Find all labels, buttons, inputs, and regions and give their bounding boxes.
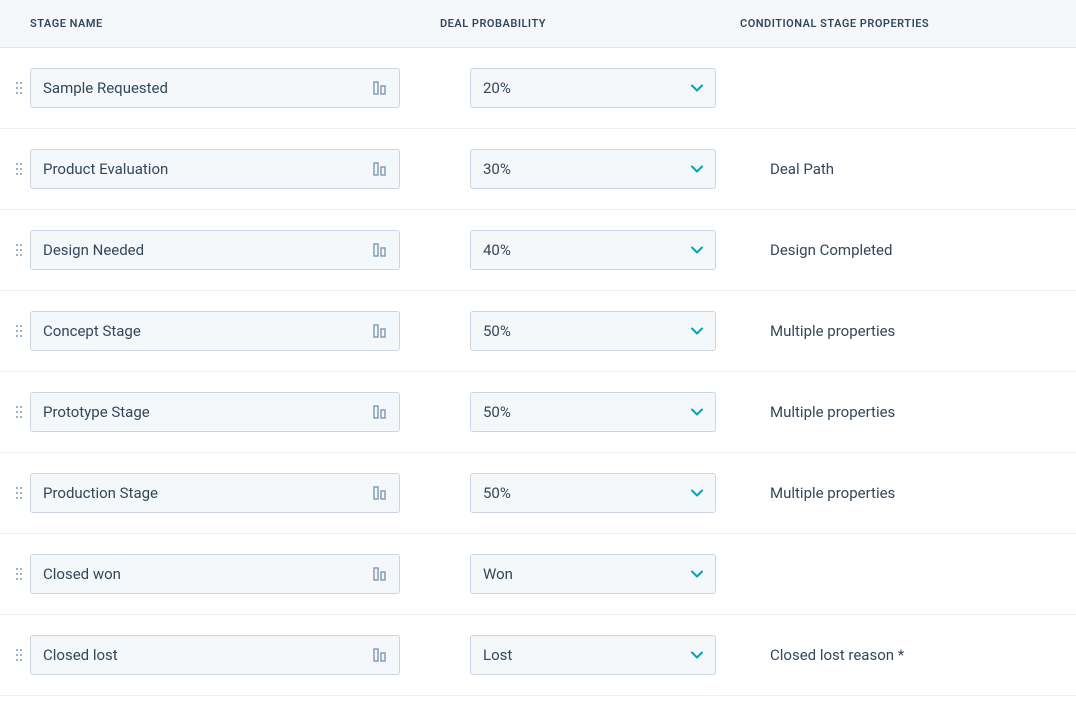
drag-handle[interactable] bbox=[0, 324, 30, 338]
probability-value: 40% bbox=[483, 241, 691, 259]
internal-id-icon[interactable] bbox=[373, 324, 387, 338]
conditional-properties-text: Multiple properties bbox=[770, 484, 895, 502]
drag-dots-icon bbox=[15, 81, 23, 95]
probability-value: Won bbox=[483, 565, 691, 583]
caret-down-icon bbox=[691, 84, 703, 92]
caret-down-icon bbox=[691, 327, 703, 335]
header-conditional-properties: CONDITIONAL STAGE PROPERTIES bbox=[740, 17, 1076, 30]
stages-body: Sample Requested 20% bbox=[0, 48, 1076, 696]
stage-name-text: Design Needed bbox=[43, 241, 373, 259]
caret-down-icon bbox=[691, 246, 703, 254]
probability-select[interactable]: Lost bbox=[470, 635, 716, 675]
internal-id-icon[interactable] bbox=[373, 405, 387, 419]
probability-value: Lost bbox=[483, 646, 691, 664]
stage-name-input[interactable]: Design Needed bbox=[30, 230, 400, 270]
pipeline-stages-table: STAGE NAME DEAL PROBABILITY CONDITIONAL … bbox=[0, 0, 1076, 696]
probability-value: 50% bbox=[483, 403, 691, 421]
table-row: Sample Requested 20% bbox=[0, 48, 1076, 129]
probability-select[interactable]: 50% bbox=[470, 311, 716, 351]
caret-down-icon bbox=[691, 165, 703, 173]
drag-handle[interactable] bbox=[0, 486, 30, 500]
probability-value: 20% bbox=[483, 79, 691, 97]
probability-select[interactable]: 30% bbox=[470, 149, 716, 189]
stage-name-input[interactable]: Closed won bbox=[30, 554, 400, 594]
conditional-properties-cell: Multiple properties bbox=[770, 484, 1076, 502]
header-stage-name: STAGE NAME bbox=[0, 17, 440, 30]
drag-dots-icon bbox=[15, 567, 23, 581]
stage-name-text: Product Evaluation bbox=[43, 160, 373, 178]
caret-down-icon bbox=[691, 651, 703, 659]
probability-select[interactable]: 50% bbox=[470, 392, 716, 432]
stage-name-input[interactable]: Closed lost bbox=[30, 635, 400, 675]
stage-name-text: Closed lost bbox=[43, 646, 373, 664]
table-row: Production Stage 50% Multi bbox=[0, 453, 1076, 534]
stage-name-text: Production Stage bbox=[43, 484, 373, 502]
drag-dots-icon bbox=[15, 648, 23, 662]
table-header-row: STAGE NAME DEAL PROBABILITY CONDITIONAL … bbox=[0, 0, 1076, 48]
drag-handle[interactable] bbox=[0, 567, 30, 581]
internal-id-icon[interactable] bbox=[373, 243, 387, 257]
internal-id-icon[interactable] bbox=[373, 567, 387, 581]
conditional-properties-cell: Design Completed bbox=[770, 241, 1076, 259]
drag-handle[interactable] bbox=[0, 162, 30, 176]
table-row: Prototype Stage 50% Multip bbox=[0, 372, 1076, 453]
drag-handle[interactable] bbox=[0, 81, 30, 95]
stage-name-input[interactable]: Prototype Stage bbox=[30, 392, 400, 432]
internal-id-icon[interactable] bbox=[373, 486, 387, 500]
drag-dots-icon bbox=[15, 405, 23, 419]
stage-name-input[interactable]: Product Evaluation bbox=[30, 149, 400, 189]
stage-name-input[interactable]: Sample Requested bbox=[30, 68, 400, 108]
header-deal-probability: DEAL PROBABILITY bbox=[440, 17, 740, 30]
stage-name-input[interactable]: Production Stage bbox=[30, 473, 400, 513]
probability-value: 50% bbox=[483, 322, 691, 340]
conditional-properties-text: Deal Path bbox=[770, 160, 834, 178]
conditional-properties-text: Design Completed bbox=[770, 241, 892, 259]
stage-name-text: Sample Requested bbox=[43, 79, 373, 97]
probability-value: 30% bbox=[483, 160, 691, 178]
conditional-properties-text: Closed lost reason * bbox=[770, 646, 904, 664]
drag-dots-icon bbox=[15, 324, 23, 338]
drag-handle[interactable] bbox=[0, 243, 30, 257]
conditional-properties-cell: Closed lost reason * bbox=[770, 646, 1076, 664]
drag-handle[interactable] bbox=[0, 648, 30, 662]
caret-down-icon bbox=[691, 489, 703, 497]
drag-dots-icon bbox=[15, 486, 23, 500]
stage-name-text: Prototype Stage bbox=[43, 403, 373, 421]
conditional-properties-cell: Multiple properties bbox=[770, 403, 1076, 421]
conditional-properties-text: Multiple properties bbox=[770, 403, 895, 421]
internal-id-icon[interactable] bbox=[373, 162, 387, 176]
stage-name-text: Closed won bbox=[43, 565, 373, 583]
probability-select[interactable]: 40% bbox=[470, 230, 716, 270]
conditional-properties-cell: Deal Path bbox=[770, 160, 1076, 178]
table-row: Closed lost Lost Closed lo bbox=[0, 615, 1076, 696]
conditional-properties-text: Multiple properties bbox=[770, 322, 895, 340]
table-row: Design Needed 40% Design C bbox=[0, 210, 1076, 291]
table-row: Closed won Won bbox=[0, 534, 1076, 615]
probability-select[interactable]: 20% bbox=[470, 68, 716, 108]
internal-id-icon[interactable] bbox=[373, 648, 387, 662]
caret-down-icon bbox=[691, 570, 703, 578]
probability-select[interactable]: Won bbox=[470, 554, 716, 594]
probability-value: 50% bbox=[483, 484, 691, 502]
conditional-properties-cell: Multiple properties bbox=[770, 322, 1076, 340]
table-row: Product Evaluation 30% Dea bbox=[0, 129, 1076, 210]
drag-dots-icon bbox=[15, 243, 23, 257]
stage-name-input[interactable]: Concept Stage bbox=[30, 311, 400, 351]
table-row: Concept Stage 50% Multiple bbox=[0, 291, 1076, 372]
drag-dots-icon bbox=[15, 162, 23, 176]
probability-select[interactable]: 50% bbox=[470, 473, 716, 513]
drag-handle[interactable] bbox=[0, 405, 30, 419]
internal-id-icon[interactable] bbox=[373, 81, 387, 95]
caret-down-icon bbox=[691, 408, 703, 416]
stage-name-text: Concept Stage bbox=[43, 322, 373, 340]
